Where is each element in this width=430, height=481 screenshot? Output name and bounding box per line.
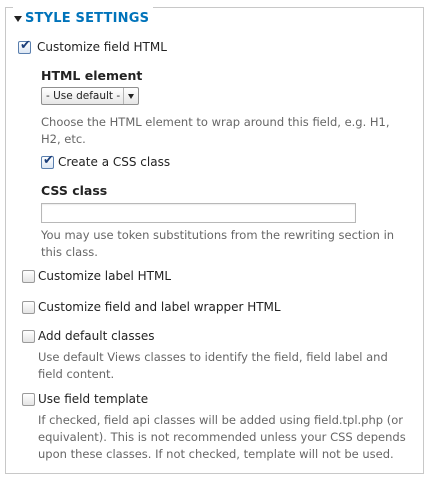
collapse-triangle-icon[interactable] (14, 15, 22, 22)
customize-wrapper-html-checkbox[interactable] (22, 301, 35, 314)
html-element-selected-value: - Use default - (46, 90, 121, 102)
add-default-classes-description: Use default Views classes to identify th… (38, 350, 388, 381)
use-field-template-description: If checked, field api classes will be ad… (38, 413, 406, 461)
css-class-description: You may use token substitutions from the… (41, 228, 395, 259)
customize-wrapper-html-label[interactable]: Customize field and label wrapper HTML (38, 300, 281, 315)
customize-field-html-label[interactable]: Customize field HTML (37, 40, 167, 55)
fieldset-legend[interactable]: STYLE SETTINGS (13, 6, 154, 30)
add-default-classes-label[interactable]: Add default classes (38, 329, 155, 344)
customize-label-html-checkbox[interactable] (22, 270, 35, 283)
html-element-select[interactable]: - Use default - (41, 87, 139, 105)
css-class-heading: CSS class (41, 183, 108, 198)
use-field-template-checkbox[interactable] (22, 393, 35, 406)
html-element-heading: HTML element (41, 68, 143, 83)
checkmark-icon: ✔ (43, 153, 54, 168)
css-class-input[interactable] (41, 203, 356, 223)
checkmark-icon: ✔ (20, 38, 31, 53)
style-settings-fieldset: STYLE SETTINGS ✔ Customize field HTML HT… (5, 6, 424, 474)
customize-field-html-checkbox[interactable]: ✔ (18, 38, 31, 54)
create-css-class-checkbox[interactable]: ✔ (41, 153, 54, 169)
create-css-class-label[interactable]: Create a CSS class (58, 155, 170, 170)
fieldset-legend-text[interactable]: STYLE SETTINGS (25, 11, 149, 26)
use-field-template-label[interactable]: Use field template (38, 392, 148, 407)
customize-label-html-label[interactable]: Customize label HTML (38, 269, 171, 284)
dropdown-arrow-icon (123, 88, 138, 104)
html-element-description: Choose the HTML element to wrap around t… (41, 115, 390, 146)
add-default-classes-checkbox[interactable] (22, 330, 35, 343)
